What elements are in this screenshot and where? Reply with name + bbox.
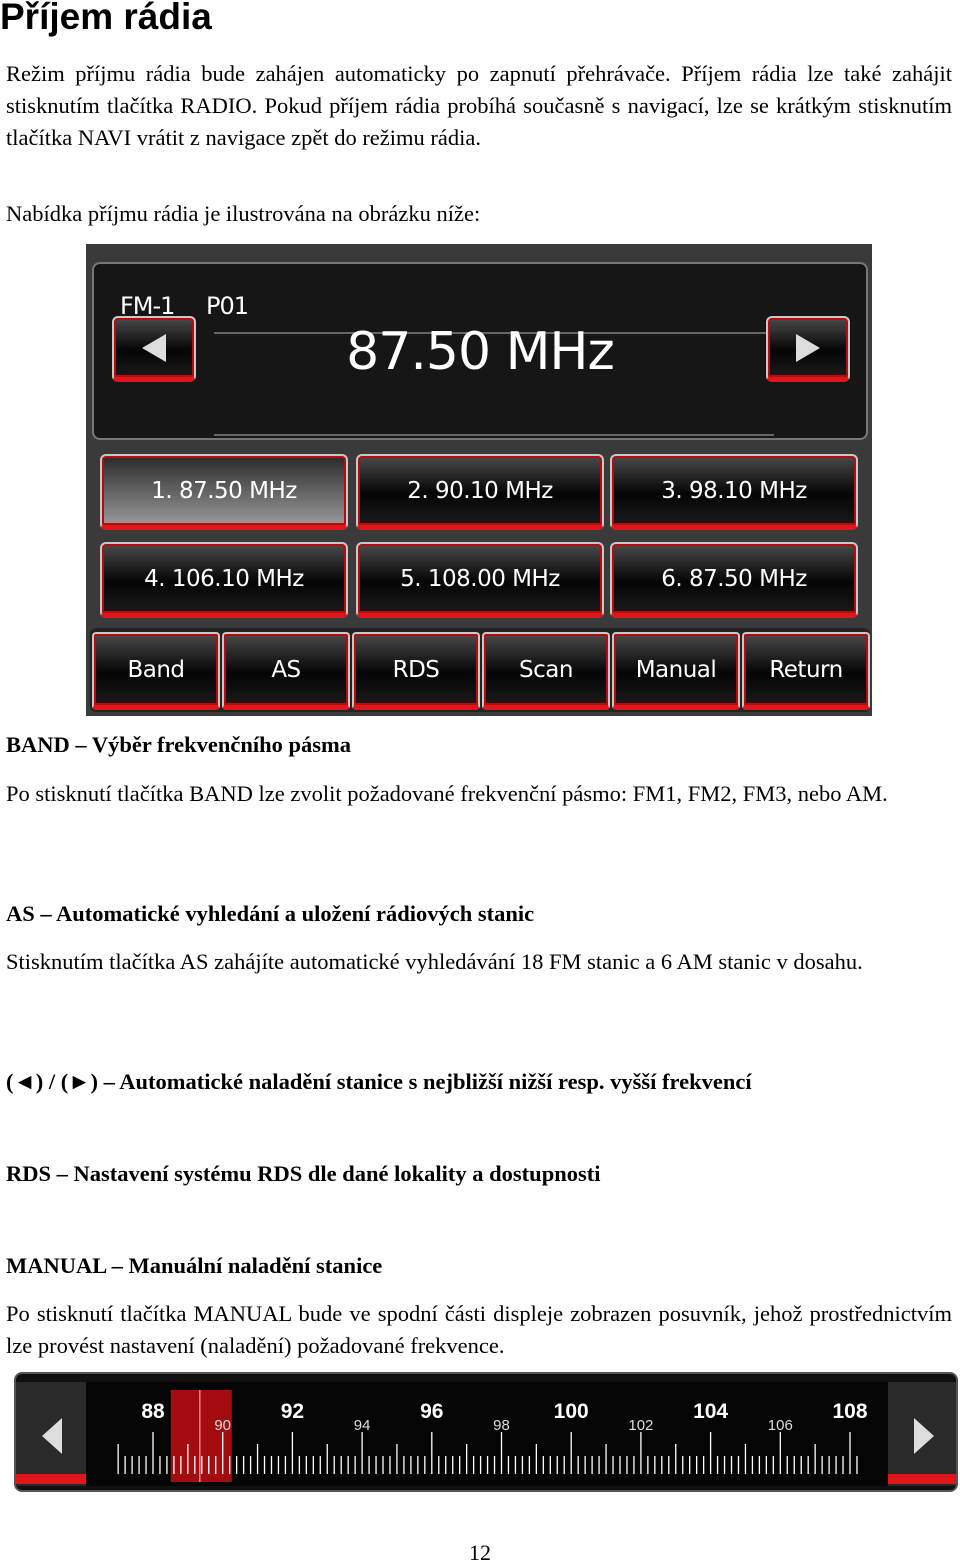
frequency-scale: 88 92 96 100 104 108 90 94 98 102 106: [16, 1382, 956, 1486]
scale-label-major: 88: [141, 1400, 165, 1423]
page-title: Příjem rádia: [0, 0, 212, 37]
right-red-bar: [888, 1474, 956, 1484]
next-button[interactable]: [766, 316, 850, 382]
scale-label-major: 104: [693, 1400, 728, 1423]
scale-label-major: 96: [420, 1400, 443, 1423]
preset-button[interactable]: 5. 108.00 MHz: [356, 542, 604, 618]
section-heading: MANUAL – Manuální naladění stanice: [6, 1253, 383, 1278]
section-heading: BAND – Výběr frekvenčního pásma: [6, 732, 352, 757]
preset-button[interactable]: 3. 98.10 MHz: [610, 454, 858, 530]
frequency-slider-image[interactable]: 88 92 96 100 104 108 90 94 98 102 106: [14, 1372, 958, 1492]
scale-label-minor: 98: [493, 1417, 510, 1434]
scale-label-minor: 102: [628, 1417, 653, 1434]
page-number: 12: [469, 1540, 491, 1565]
section-heading: RDS – Nastavení systému RDS dle dané lok…: [6, 1161, 601, 1186]
toolbar-button-return[interactable]: Return: [742, 632, 870, 710]
intro-paragraph: Režim příjmu rádia bude zahájen automati…: [6, 61, 952, 150]
toolbar-button-rds[interactable]: RDS: [352, 632, 480, 710]
toolbar-button-as[interactable]: AS: [222, 632, 350, 710]
section-heading: AS – Automatické vyhledání a uložení rád…: [6, 901, 535, 926]
section-text: Po stisknutí tlačítka MANUAL bude ve spo…: [6, 1301, 952, 1358]
preset-button[interactable]: 1. 87.50 MHz: [100, 454, 348, 530]
radio-screen-image: FM-1 P01 87.50 MHz 1. 87.50 MHz 2. 90.10 …: [86, 244, 872, 716]
scale-label-major: 108: [832, 1400, 867, 1423]
section-text: Stisknutím tlačítka AS zahájíte automati…: [6, 949, 863, 974]
prev-button[interactable]: [112, 316, 196, 382]
left-red-bar: [16, 1474, 86, 1484]
menu-caption: Nabídka příjmu rádia je ilustrována na o…: [6, 201, 481, 226]
scale-label-minor: 90: [214, 1417, 231, 1434]
frequency-panel: FM-1 P01 87.50 MHz: [92, 262, 868, 440]
scale-label-major: 100: [554, 1400, 589, 1423]
preset-button[interactable]: 4. 106.10 MHz: [100, 542, 348, 618]
section-text: Po stisknutí tlačítka BAND lze zvolit po…: [6, 781, 888, 806]
scale-label-minor: 94: [354, 1417, 371, 1434]
triangle-left-icon: [142, 333, 166, 362]
toolbar-button-band[interactable]: Band: [92, 632, 220, 710]
current-frequency: 87.50 MHz: [346, 322, 615, 382]
triangle-right-icon: [796, 333, 820, 362]
toolbar-button-manual[interactable]: Manual: [612, 632, 740, 710]
preset-label: P01: [206, 292, 249, 320]
scale-label-major: 92: [281, 1400, 304, 1423]
preset-button[interactable]: 6. 87.50 MHz: [610, 542, 858, 618]
toolbar-button-scan[interactable]: Scan: [482, 632, 610, 710]
section-heading: (◄) / (►) – Automatické naladění stanice…: [6, 1069, 752, 1094]
scale-label-minor: 106: [768, 1417, 793, 1434]
preset-button[interactable]: 2. 90.10 MHz: [356, 454, 604, 530]
